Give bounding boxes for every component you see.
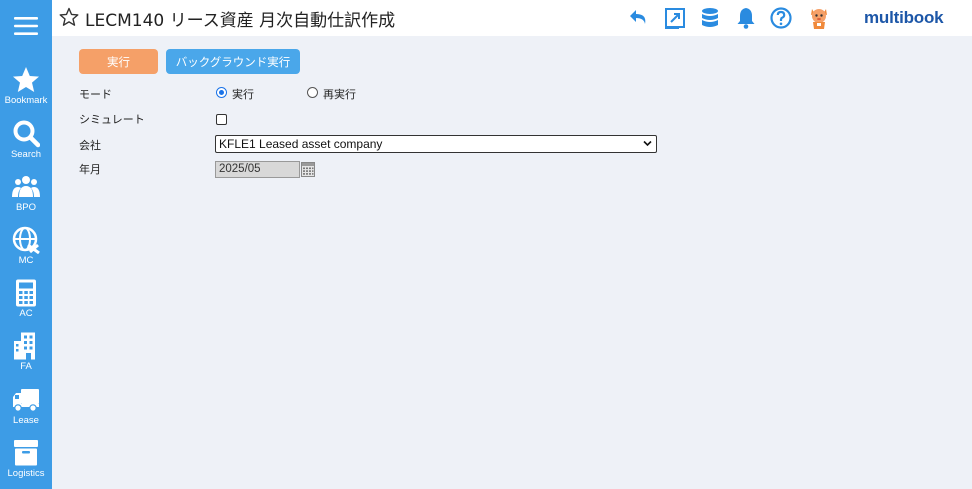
main-content: 実行 バックグラウンド実行 モード 実行 再実行 シミュレート 会社 KFLE1… xyxy=(52,36,972,489)
globe-icon xyxy=(12,226,40,254)
mode-option-run-label: 実行 xyxy=(232,88,254,101)
mode-radio-run[interactable] xyxy=(216,87,227,98)
sidebar-item-logistics[interactable]: Logistics xyxy=(0,439,52,489)
calendar-icon[interactable] xyxy=(301,162,315,177)
bookmark-star-icon[interactable] xyxy=(59,7,79,27)
sidebar-item-label: Bookmark xyxy=(4,95,48,106)
period-input[interactable]: 2025/05 xyxy=(215,161,300,178)
sidebar-item-label: Lease xyxy=(13,415,39,426)
sidebar-item-fa[interactable]: FA xyxy=(0,332,52,385)
undo-icon[interactable] xyxy=(627,6,651,30)
sidebar-item-label: MC xyxy=(18,255,34,266)
sidebar-item-label: Search xyxy=(10,149,42,160)
sidebar-item-bookmark[interactable]: Bookmark xyxy=(0,66,52,119)
sidebar-item-mc[interactable]: MC xyxy=(0,226,52,279)
search-icon xyxy=(13,120,40,148)
simulate-label: シミュレート xyxy=(79,113,145,126)
sidebar-item-label: Logistics xyxy=(7,468,45,479)
sidebar-item-search[interactable]: Search xyxy=(0,120,52,173)
hamburger-icon xyxy=(14,17,38,35)
sidebar-item-lease[interactable]: Lease xyxy=(0,386,52,439)
brand-logo: multibook xyxy=(864,8,944,27)
box-icon xyxy=(14,440,38,466)
sidebar-item-ac[interactable]: AC xyxy=(0,279,52,332)
header-bar: LECM140 リース資産 月次自動仕訳作成 multibook xyxy=(52,0,972,36)
external-link-icon[interactable] xyxy=(663,6,687,30)
database-icon[interactable] xyxy=(698,6,722,30)
calculator-icon xyxy=(16,279,36,307)
mascot-icon[interactable] xyxy=(807,6,831,30)
sidebar-item-label: BPO xyxy=(15,202,37,213)
mode-radio-rerun[interactable] xyxy=(307,87,318,98)
mode-option-rerun-label: 再実行 xyxy=(323,88,356,101)
people-icon xyxy=(12,176,40,197)
page-title: LECM140 リース資産 月次自動仕訳作成 xyxy=(85,11,396,31)
sidebar-item-label: FA xyxy=(20,361,32,372)
company-select[interactable]: KFLE1 Leased asset company xyxy=(215,135,657,153)
help-icon[interactable] xyxy=(769,6,793,30)
building-icon xyxy=(14,332,35,360)
bell-icon[interactable] xyxy=(734,6,758,30)
sidebar: Bookmark Search BPO MC AC FA Lease Logis… xyxy=(0,0,52,489)
chevron-down-icon xyxy=(643,140,652,147)
background-run-button[interactable]: バックグラウンド実行 xyxy=(166,49,300,74)
period-label: 年月 xyxy=(79,163,101,176)
company-select-value: KFLE1 Leased asset company xyxy=(219,137,383,151)
company-label: 会社 xyxy=(79,139,101,152)
sidebar-item-bpo[interactable]: BPO xyxy=(0,173,52,226)
sidebar-item-label: AC xyxy=(19,308,33,319)
simulate-checkbox[interactable] xyxy=(216,114,227,125)
hamburger-menu-button[interactable] xyxy=(0,0,52,52)
truck-icon xyxy=(13,389,39,412)
star-icon xyxy=(13,67,39,92)
mode-label: モード xyxy=(79,88,112,101)
run-button[interactable]: 実行 xyxy=(79,49,158,74)
